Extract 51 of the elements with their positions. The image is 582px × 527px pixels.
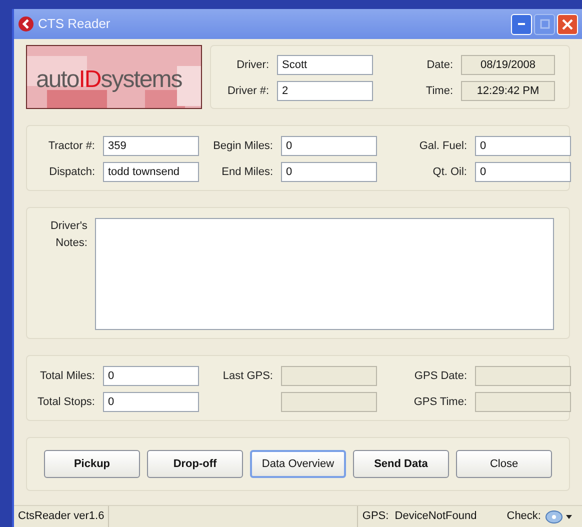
action-button[interactable]: Data Overview — [250, 450, 346, 478]
field-label: Total Miles: — [38, 368, 95, 384]
close-button[interactable] — [557, 14, 578, 34]
action-button[interactable]: Pickup — [44, 450, 140, 478]
maximize-icon — [540, 19, 550, 29]
readonly-field[interactable] — [281, 366, 377, 386]
field-label: Tractor #: — [47, 138, 95, 154]
readonly-field[interactable] — [475, 366, 571, 386]
input-field[interactable]: 0 — [103, 392, 199, 412]
field-label: Driver #: — [226, 84, 269, 99]
action-button[interactable]: Close — [456, 450, 552, 478]
readonly-field[interactable] — [475, 392, 571, 412]
app-icon — [18, 16, 34, 32]
field-label: Driver's Notes: — [49, 219, 88, 250]
close-icon — [562, 18, 573, 30]
field-label: Total Stops: — [36, 394, 95, 410]
logo: autoIDsystems — [26, 45, 202, 109]
gps-status: GPS: DeviceNotFound — [361, 509, 478, 524]
input-field[interactable]: 0 — [475, 136, 571, 156]
field-label: GPS Date: — [413, 368, 467, 384]
field-label: Time: — [424, 84, 453, 99]
field-label: End Miles: — [220, 164, 273, 180]
action-button[interactable]: Drop-off — [147, 450, 243, 478]
field-label: Dispatch: — [48, 164, 95, 180]
minimize-button[interactable] — [511, 14, 532, 34]
field-label: Date: — [426, 58, 453, 73]
field-label: Qt. Oil: — [432, 164, 467, 180]
action-button[interactable]: Send Data — [353, 450, 449, 478]
check-label: Check: — [506, 509, 541, 524]
notes-field[interactable] — [95, 218, 554, 330]
input-field[interactable]: 0 — [475, 162, 571, 182]
readonly-field[interactable] — [281, 392, 377, 412]
readonly-field[interactable]: 08/19/2008 — [461, 55, 555, 75]
input-field[interactable]: 0 — [281, 136, 377, 156]
minimize-icon — [518, 23, 525, 25]
field-label: Begin Miles: — [212, 138, 273, 154]
input-field[interactable]: 0 — [281, 162, 377, 182]
window-title: CTS Reader — [38, 15, 112, 34]
field-label: Driver: — [236, 58, 269, 73]
field-label: Gal. Fuel: — [418, 138, 467, 154]
input-field[interactable]: 359 — [103, 136, 199, 156]
input-field[interactable]: todd townsend — [103, 162, 199, 182]
field-label: GPS Time: — [412, 394, 467, 410]
caret-icon[interactable] — [566, 514, 572, 518]
input-field[interactable]: 0 — [103, 366, 199, 386]
disc-icon[interactable] — [545, 508, 563, 524]
version-text: CtsReader ver1.6 — [14, 506, 110, 527]
field-label: Last GPS: — [222, 368, 273, 384]
input-field[interactable]: Scott — [277, 55, 373, 75]
input-field[interactable]: 2 — [277, 81, 373, 101]
readonly-field[interactable]: 12:29:42 PM — [461, 81, 555, 101]
